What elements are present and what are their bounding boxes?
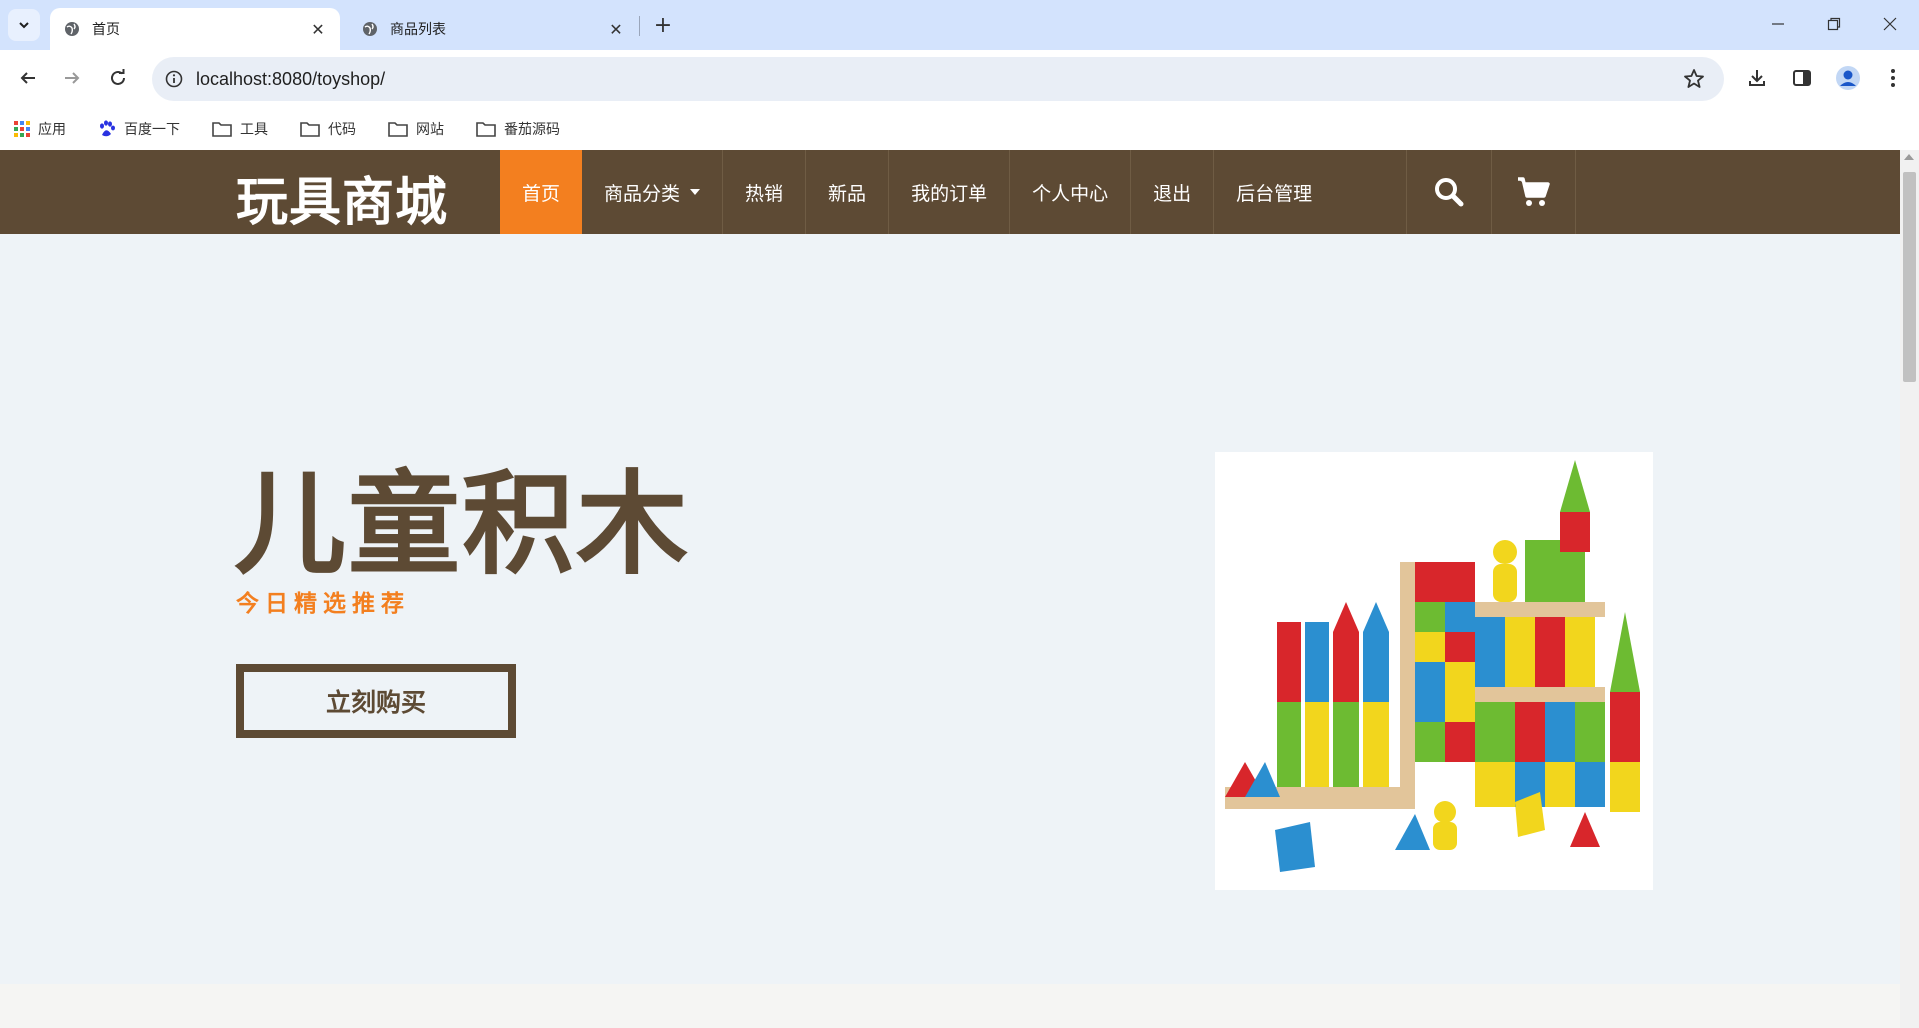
close-icon	[1883, 17, 1897, 31]
bookmark-label: 百度一下	[124, 122, 180, 138]
side-panel-icon	[1793, 70, 1811, 86]
hero-subtitle: 今日精选推荐	[236, 591, 410, 617]
folder-icon	[388, 122, 408, 137]
bookmark-folder-tomato[interactable]: 番茄源码	[476, 116, 560, 142]
tab-title: 商品列表	[390, 22, 446, 38]
baidu-paw-icon	[100, 120, 115, 137]
globe-icon	[65, 22, 79, 36]
cart-icon	[1517, 177, 1550, 206]
browser-toolbar: localhost:8080/toyshop/	[0, 50, 1919, 108]
page-scrollbar[interactable]	[1900, 150, 1919, 1028]
bookmarks-bar: 应用 百度一下 工具 代码 网站 番茄源码	[0, 108, 1919, 150]
bookmark-star-icon[interactable]	[1682, 67, 1706, 91]
bookmark-label: 网站	[416, 122, 444, 138]
menu-button[interactable]	[1878, 63, 1908, 93]
info-icon[interactable]	[162, 67, 186, 91]
hero-title: 儿童积木	[234, 460, 690, 590]
reload-icon	[111, 69, 125, 85]
new-tab-button[interactable]: +	[650, 12, 676, 38]
bookmark-baidu[interactable]: 百度一下	[98, 116, 180, 142]
site-header: 玩具商城 首页 商品分类 热销 新品 我的订单 个人中心 退出 后台管理	[0, 150, 1900, 234]
nav-hot[interactable]: 热销	[723, 150, 807, 234]
avatar-icon	[1836, 66, 1860, 90]
forward-button[interactable]	[56, 62, 88, 94]
tab-separator	[639, 16, 640, 36]
caret-down-icon	[690, 189, 701, 195]
bookmark-folder-tools[interactable]: 工具	[212, 116, 268, 142]
nav-categories[interactable]: 商品分类	[582, 150, 724, 234]
nav-label: 后台管理	[1236, 182, 1313, 205]
minimize-button[interactable]	[1750, 0, 1806, 48]
nav-label: 热销	[745, 182, 784, 205]
nav-admin[interactable]: 后台管理	[1214, 150, 1312, 234]
apps-grid-icon	[14, 121, 30, 137]
building-blocks-illustration	[1225, 460, 1640, 872]
download-button[interactable]	[1742, 63, 1772, 93]
chevron-down-icon	[19, 22, 29, 29]
nav-label: 商品分类	[604, 182, 681, 205]
bookmark-label: 应用	[38, 122, 66, 138]
restore-button[interactable]	[1806, 0, 1862, 48]
nav-new[interactable]: 新品	[806, 150, 890, 234]
next-section-band	[0, 984, 1900, 1028]
address-bar[interactable]: localhost:8080/toyshop/	[152, 57, 1724, 101]
close-window-button[interactable]	[1862, 0, 1918, 48]
scroll-up-icon[interactable]	[1904, 154, 1914, 160]
browser-tab-bar: 首页 ✕ 商品列表 ✕ +	[0, 0, 1919, 50]
arrow-right-icon	[65, 72, 80, 84]
more-vertical-icon	[1891, 69, 1895, 87]
buy-now-button[interactable]: 立刻购买	[236, 664, 516, 738]
bookmark-label: 工具	[240, 122, 268, 138]
search-icon	[1435, 178, 1464, 207]
nav-profile[interactable]: 个人中心	[1010, 150, 1132, 234]
bookmark-label: 代码	[328, 122, 356, 138]
scrollbar-thumb[interactable]	[1903, 172, 1916, 382]
tab-home[interactable]: 首页 ✕	[50, 8, 340, 50]
back-button[interactable]	[12, 62, 44, 94]
cart-button[interactable]	[1491, 150, 1576, 234]
restore-icon	[1827, 17, 1841, 31]
nav-label: 新品	[828, 182, 867, 205]
nav-orders[interactable]: 我的订单	[889, 150, 1011, 234]
side-panel-button[interactable]	[1787, 63, 1817, 93]
tab-search-button[interactable]	[8, 9, 40, 41]
tab-product-list[interactable]: 商品列表 ✕	[348, 8, 638, 50]
product-image-building-blocks[interactable]	[1215, 452, 1653, 890]
close-icon[interactable]: ✕	[306, 17, 330, 41]
nav-label: 退出	[1153, 182, 1192, 205]
main-nav: 首页 商品分类 热销 新品 我的订单 个人中心 退出 后台管理	[500, 150, 1312, 234]
download-icon	[1749, 70, 1765, 86]
nav-logout[interactable]: 退出	[1131, 150, 1215, 234]
reload-button[interactable]	[102, 62, 134, 94]
close-icon[interactable]: ✕	[604, 17, 628, 41]
nav-label: 个人中心	[1032, 182, 1109, 205]
search-button[interactable]	[1406, 150, 1491, 234]
nav-home[interactable]: 首页	[500, 150, 583, 234]
bookmark-apps[interactable]: 应用	[14, 116, 66, 142]
minimize-icon	[1772, 23, 1784, 25]
bookmark-folder-sites[interactable]: 网站	[388, 116, 444, 142]
nav-label: 首页	[522, 182, 561, 205]
bookmark-folder-code[interactable]: 代码	[300, 116, 356, 142]
folder-icon	[300, 122, 320, 137]
globe-icon	[363, 22, 377, 36]
tab-title: 首页	[92, 22, 120, 38]
folder-icon	[476, 122, 496, 137]
url-text: localhost:8080/toyshop/	[196, 69, 386, 89]
hero-banner: 儿童积木 今日精选推荐 立刻购买	[0, 234, 1900, 984]
arrow-left-icon	[20, 72, 35, 84]
bookmark-label: 番茄源码	[504, 122, 560, 138]
site-logo[interactable]: 玩具商城	[236, 160, 448, 235]
folder-icon	[212, 122, 232, 137]
profile-button[interactable]	[1833, 63, 1863, 93]
nav-label: 我的订单	[911, 182, 988, 205]
